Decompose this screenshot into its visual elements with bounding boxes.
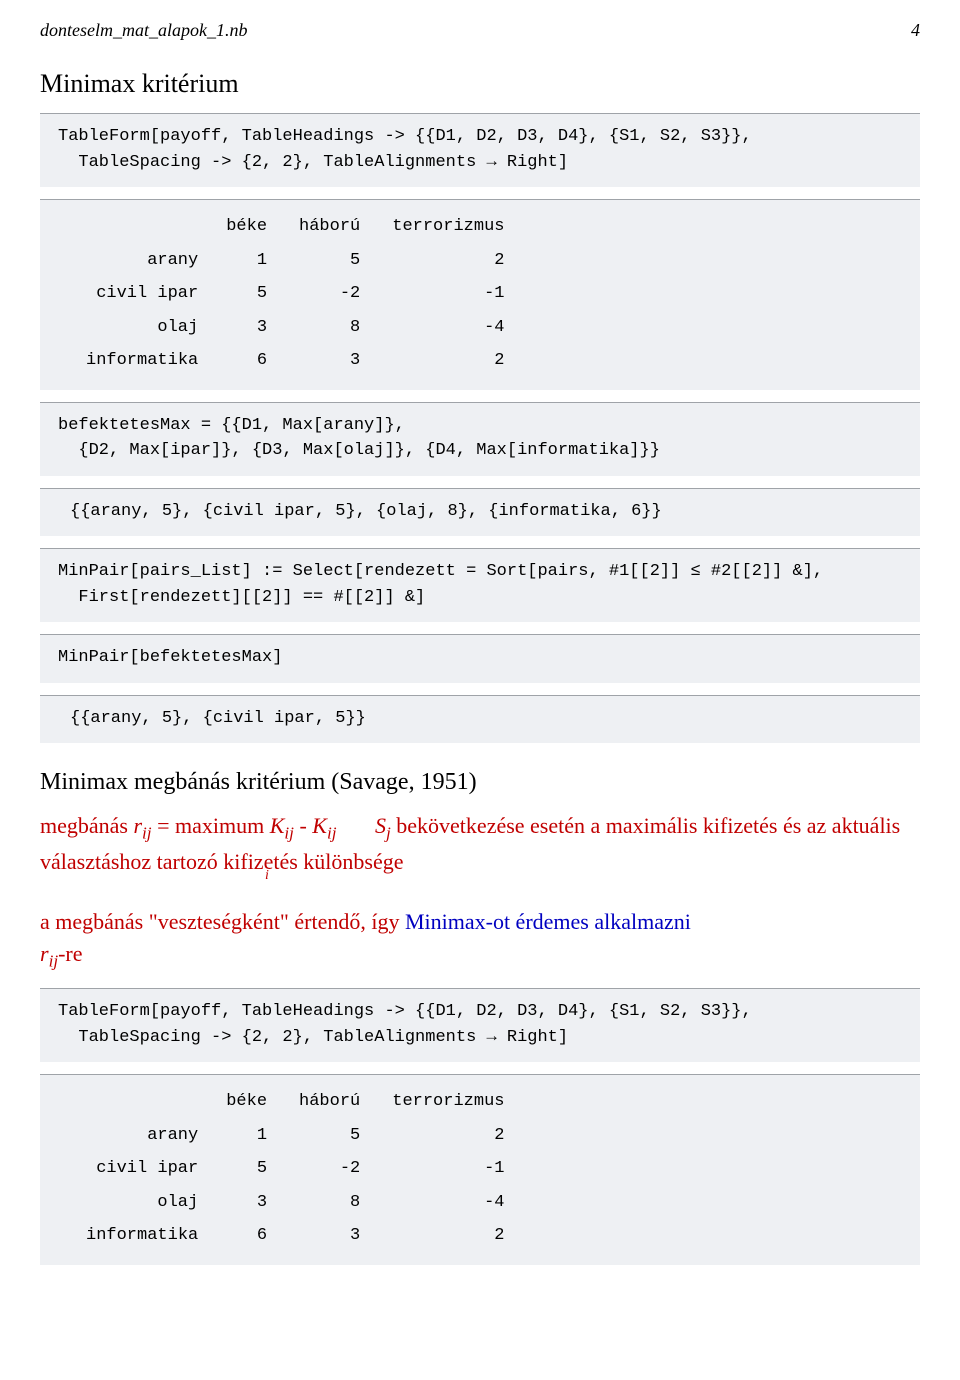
output-minpair: {{arany, 5}, {civil ipar, 5}} <box>40 695 920 744</box>
row-header: informatika <box>70 344 210 378</box>
cell: 2 <box>376 1119 520 1153</box>
text: = maximum <box>152 813 270 838</box>
output-table-1: béke háború terrorizmus arany 1 5 2 civi… <box>40 199 920 390</box>
code-cell-befektetesmax: befektetesMax = {{D1, Max[arany]}, {D2, … <box>40 402 920 476</box>
code-cell-tableform-1: TableForm[payoff, TableHeadings -> {{D1,… <box>40 113 920 187</box>
cell: -4 <box>376 311 520 345</box>
code-line: TableSpacing -> {2, 2}, TableAlignments … <box>58 150 902 176</box>
code-line: TableForm[payoff, TableHeadings -> {{D1,… <box>58 124 902 150</box>
row-header: arany <box>70 1119 210 1153</box>
section-title-savage: Minimax megbánás kritérium (Savage, 1951… <box>40 769 920 796</box>
table-row: civil ipar 5 -2 -1 <box>70 1152 520 1186</box>
section-title-minimax: Minimax kritérium <box>40 69 920 99</box>
table-row: olaj 3 8 -4 <box>70 311 520 345</box>
cell: 5 <box>283 1119 376 1153</box>
cell: 6 <box>210 1219 283 1253</box>
code-cell-tableform-2: TableForm[payoff, TableHeadings -> {{D1,… <box>40 988 920 1062</box>
code-line: MinPair[befektetesMax] <box>58 645 902 671</box>
text: -re <box>58 941 82 966</box>
code-line: befektetesMax = {{D1, Max[arany]}, <box>58 413 902 439</box>
table-row: civil ipar 5 -2 -1 <box>70 277 520 311</box>
cell: 5 <box>210 1152 283 1186</box>
text: Minimax-ot érdemes alkalmazni <box>405 909 691 934</box>
text: a megbánás "veszteségként" értendő, így <box>40 909 405 934</box>
code-line: MinPair[pairs_List] := Select[rendezett … <box>58 559 902 585</box>
rij-symbol: rij <box>40 941 58 966</box>
cell: 6 <box>210 344 283 378</box>
cell: 3 <box>283 1219 376 1253</box>
cell: -2 <box>283 277 376 311</box>
output-table-2: béke háború terrorizmus arany 1 5 2 civi… <box>40 1074 920 1265</box>
row-header: olaj <box>70 1186 210 1220</box>
code-line: First[rendezett][[2]] == #[[2]] &] <box>58 585 902 611</box>
cell: -1 <box>376 277 520 311</box>
cell: -2 <box>283 1152 376 1186</box>
table-row: arany 1 5 2 <box>70 244 520 278</box>
cell: 3 <box>210 1186 283 1220</box>
table-row: olaj 3 8 -4 <box>70 1186 520 1220</box>
text: - <box>294 813 312 838</box>
row-header: olaj <box>70 311 210 345</box>
table-row: informatika 6 3 2 <box>70 344 520 378</box>
row-header: informatika <box>70 1219 210 1253</box>
cell: -1 <box>376 1152 520 1186</box>
page-header: donteselm_mat_alapok_1.nb 4 <box>40 20 920 41</box>
sj-symbol: Sj <box>375 813 391 838</box>
cell: 3 <box>283 344 376 378</box>
col-header: terrorizmus <box>376 1085 520 1119</box>
cell: 1 <box>210 1119 283 1153</box>
output-line: {{arany, 5}, {civil ipar, 5}, {olaj, 8},… <box>70 499 902 525</box>
col-header: béke <box>210 210 283 244</box>
cell: 5 <box>283 244 376 278</box>
cell: 2 <box>376 244 520 278</box>
code-cell-minpair-def: MinPair[pairs_List] := Select[rendezett … <box>40 548 920 622</box>
col-header: háború <box>283 210 376 244</box>
code-line: TableForm[payoff, TableHeadings -> {{D1,… <box>58 999 902 1025</box>
row-header: civil ipar <box>70 1152 210 1186</box>
row-header: arany <box>70 244 210 278</box>
code-line: {D2, Max[ipar]}, {D3, Max[olaj]}, {D4, M… <box>58 438 902 464</box>
text: megbánás <box>40 813 133 838</box>
table-row: arany 1 5 2 <box>70 1119 520 1153</box>
code-line: TableSpacing -> {2, 2}, TableAlignments … <box>58 1025 902 1051</box>
cell: 2 <box>376 344 520 378</box>
cell: 8 <box>283 311 376 345</box>
megbanas-definition: megbánás rij = maximum Kij - Kij Sj bekö… <box>40 810 920 910</box>
page-number: 4 <box>911 20 920 41</box>
cell: 3 <box>210 311 283 345</box>
cell: 1 <box>210 244 283 278</box>
kij-symbol: Kij <box>312 813 336 838</box>
kij-symbol: Kij <box>270 813 294 838</box>
cell: 2 <box>376 1219 520 1253</box>
output-line: {{arany, 5}, {civil ipar, 5}} <box>70 706 902 732</box>
filename: donteselm_mat_alapok_1.nb <box>40 20 247 41</box>
payoff-table: béke háború terrorizmus arany 1 5 2 civi… <box>70 210 520 378</box>
col-header: béke <box>210 1085 283 1119</box>
cell: 8 <box>283 1186 376 1220</box>
payoff-table: béke háború terrorizmus arany 1 5 2 civi… <box>70 1085 520 1253</box>
cell: 5 <box>210 277 283 311</box>
code-cell-minpair-call: MinPair[befektetesMax] <box>40 634 920 683</box>
col-header: terrorizmus <box>376 210 520 244</box>
rij-symbol: rij <box>133 813 151 838</box>
table-row: informatika 6 3 2 <box>70 1219 520 1253</box>
col-header: háború <box>283 1085 376 1119</box>
output-befektetesmax: {{arany, 5}, {civil ipar, 5}, {olaj, 8},… <box>40 488 920 537</box>
max-subscript: i <box>265 868 269 883</box>
megbanas-note: a megbánás "veszteségként" értendő, így … <box>40 906 920 974</box>
row-header: civil ipar <box>70 277 210 311</box>
cell: -4 <box>376 1186 520 1220</box>
